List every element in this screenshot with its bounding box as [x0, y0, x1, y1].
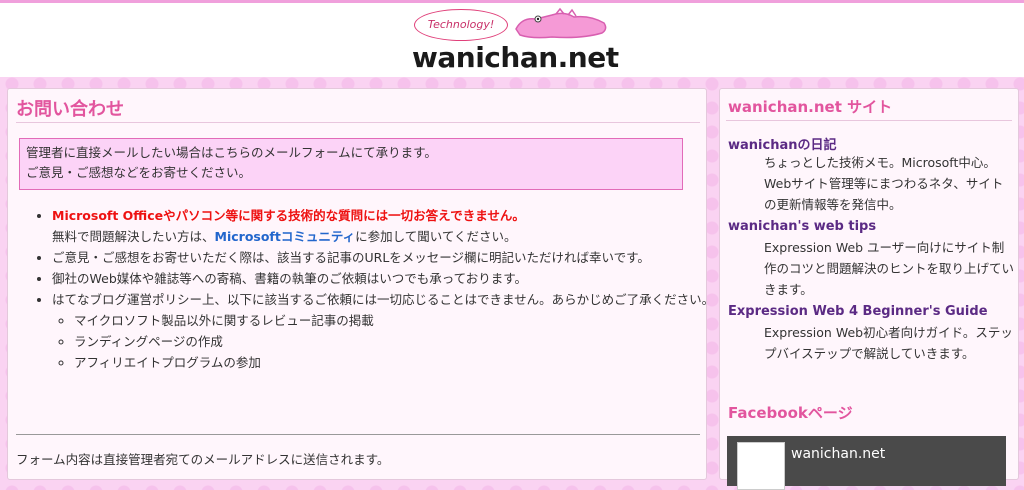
page-title: お問い合わせ: [16, 99, 124, 120]
site-logo[interactable]: Technology! wanichan.net: [412, 5, 619, 77]
warning-text: Microsoft Officeやパソコン等に関する技術的な質問には一切お答えで…: [52, 208, 525, 223]
sidebar-desc-web-tips: Expression Web ユーザー向けにサイト制作のコツと問題解決のヒントを…: [764, 240, 1015, 297]
facebook-page-name[interactable]: wanichan.net: [791, 446, 885, 462]
community-text-post: に参加して聞いてください。: [355, 229, 517, 244]
contact-main-panel: お問い合わせ 管理者に直接メールしたい場合はこちらのメールフォームにて承ります。…: [7, 88, 714, 480]
logo-speech-bubble: Technology!: [414, 9, 508, 41]
community-text-pre: 無料で問題解決したい方は、: [52, 229, 215, 244]
sidebar-link-diary[interactable]: wanichanの日記: [728, 134, 836, 153]
crocodile-mascot-icon: [515, 7, 607, 39]
list-item: ご意見・ご感想をお寄せいただく際は、該当する記事のURLをメッセージ欄に明記いた…: [52, 247, 716, 268]
notice-line-2: ご意見・ご感想などをお寄せください。: [26, 165, 252, 180]
list-item: 御社のWeb媒体や雑誌等への寄稿、書籍の執筆のご依頼はいつでも承っております。: [52, 268, 716, 289]
logo-wordmark: wanichan.net: [412, 41, 619, 74]
sidebar-divider: [726, 120, 1012, 121]
facebook-section-title: Facebookページ: [728, 404, 853, 422]
sub-list-item: ランディングページの作成: [74, 331, 716, 352]
sidebar-link-web-tips[interactable]: wanichan's web tips: [728, 219, 876, 234]
form-divider: [16, 434, 700, 435]
contact-notice-box: 管理者に直接メールしたい場合はこちらのメールフォームにて承ります。 ご意見・ご感…: [19, 138, 683, 190]
microsoft-community-link[interactable]: Microsoftコミュニティ: [215, 229, 356, 244]
sidebar: wanichan.net サイト wanichanの日記 ちょっとした技術メモ。…: [719, 88, 1019, 490]
title-divider: [16, 122, 700, 123]
list-item: はてなブログ運営ポリシー上、以下に該当するご依頼には一切応じることはできません。…: [52, 289, 716, 373]
facebook-page-widget[interactable]: wanichan.net: [727, 436, 1006, 490]
sub-list-item: アフィリエイトプログラムの参加: [74, 352, 716, 373]
sidebar-title: wanichan.net サイト: [728, 98, 893, 116]
form-note: フォーム内容は直接管理者宛てのメールアドレスに送信されます。: [16, 452, 390, 467]
facebook-avatar: [737, 442, 785, 490]
sidebar-desc-diary: ちょっとした技術メモ。Microsoft中心。Webサイト管理等にまつわるネタ、…: [764, 155, 1004, 212]
sidebar-link-beginners-guide[interactable]: Expression Web 4 Beginner's Guide: [728, 304, 988, 319]
notice-line-1: 管理者に直接メールしたい場合はこちらのメールフォームにて承ります。: [26, 145, 437, 160]
sidebar-desc-beginners-guide: Expression Web初心者向けガイド。ステップバイステップで解説していき…: [764, 325, 1013, 361]
policy-text: はてなブログ運営ポリシー上、以下に該当するご依頼には一切応じることはできません。…: [52, 292, 715, 307]
sub-list-item: マイクロソフト製品以外に関するレビュー記事の掲載: [74, 310, 716, 331]
list-item: Microsoft Officeやパソコン等に関する技術的な質問には一切お答えで…: [52, 205, 716, 247]
contact-guidelines-list: Microsoft Officeやパソコン等に関する技術的な質問には一切お答えで…: [32, 205, 716, 373]
policy-sublist: マイクロソフト製品以外に関するレビュー記事の掲載 ランディングページの作成 アフ…: [52, 310, 716, 373]
site-header: Technology! wanichan.net: [0, 3, 1024, 77]
